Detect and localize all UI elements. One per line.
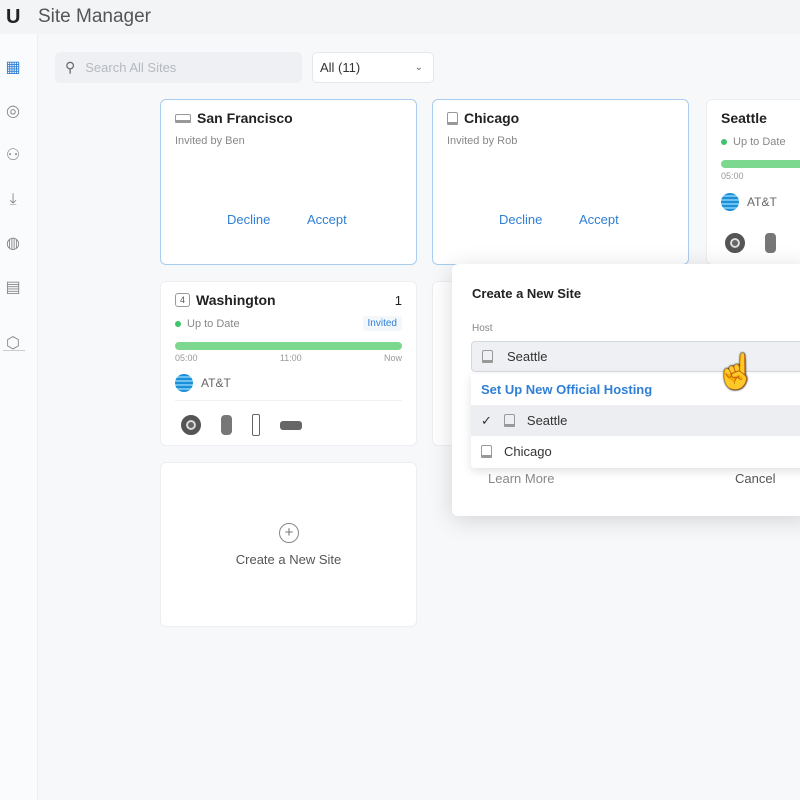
host-option-chicago[interactable]: Chicago: [471, 436, 800, 467]
create-site-card[interactable]: + Create a New Site: [160, 462, 417, 627]
att-logo-icon: [175, 374, 193, 392]
camera-icon: [765, 233, 776, 253]
server-icon: [481, 445, 492, 458]
site-card-seattle[interactable]: Seattle Up to Date 05:00 AT&T: [706, 99, 800, 265]
tick-start: 05:00: [175, 353, 198, 363]
doorbell-icon: [252, 414, 260, 436]
status-text: Up to Date: [733, 136, 786, 148]
users-icon[interactable]: ⚇: [3, 146, 23, 166]
chevron-down-icon: ⌄: [415, 62, 423, 73]
top-bar: U Site Manager: [0, 0, 800, 34]
search-icon: ⚲: [65, 59, 75, 76]
invited-by: Invited by Rob: [447, 135, 517, 147]
box-icon[interactable]: ⬡: [3, 334, 23, 354]
accept-button[interactable]: Accept: [307, 212, 347, 227]
divider: [175, 400, 402, 401]
search-input[interactable]: ⚲ Search All Sites: [55, 52, 302, 83]
router-icon: [175, 114, 191, 123]
accept-button[interactable]: Accept: [579, 212, 619, 227]
app-title: Site Manager: [38, 6, 151, 28]
invited-by: Invited by Ben: [175, 135, 245, 147]
access-point-icon: [181, 415, 201, 435]
decline-button[interactable]: Decline: [499, 212, 542, 227]
device-count-badge: 4: [175, 293, 190, 307]
isp-name: AT&T: [201, 376, 231, 390]
option-label: Chicago: [504, 444, 552, 459]
status-dot: [175, 321, 181, 327]
tick-now: Now: [384, 353, 402, 363]
isp-name: AT&T: [747, 195, 777, 209]
invite-card-san-francisco[interactable]: San Francisco Invited by Ben Decline Acc…: [160, 99, 417, 265]
status-dot: [721, 139, 727, 145]
tick-mid: 11:00: [280, 353, 302, 363]
status-text: Up to Date: [187, 318, 240, 330]
network-icon[interactable]: ◎: [3, 102, 23, 122]
grid-icon[interactable]: ▦: [3, 58, 23, 78]
learn-more-link[interactable]: Learn More: [488, 471, 554, 486]
camera-icon: [221, 415, 232, 435]
host-option-seattle[interactable]: ✓ Seattle: [471, 405, 800, 436]
access-point-icon: [725, 233, 745, 253]
uptime-bar: [175, 342, 402, 350]
dialog-title: Create a New Site: [472, 286, 581, 301]
tick-start: 05:00: [721, 171, 744, 181]
ubiquiti-logo-icon[interactable]: U: [6, 6, 32, 29]
cancel-button[interactable]: Cancel: [735, 471, 775, 486]
sidebar: ▦ ◎ ⚇ ⤓ ◍ ▤ ⬡: [0, 34, 38, 800]
switch-icon: [280, 421, 302, 430]
site-name: Chicago: [464, 110, 519, 126]
server-icon: [447, 112, 458, 125]
server-icon: [482, 350, 493, 363]
host-value: Seattle: [507, 349, 547, 364]
alert-count: 1: [395, 293, 402, 308]
site-card-washington[interactable]: 4 Washington 1 Up to Date Invited 05:00 11…: [160, 281, 417, 446]
globe-icon[interactable]: ◍: [3, 234, 23, 254]
create-site-label: Create a New Site: [161, 552, 416, 567]
site-name: San Francisco: [197, 110, 293, 126]
clipboard-icon[interactable]: ▤: [3, 278, 23, 298]
site-name: Washington: [196, 292, 276, 308]
filter-value: All (11): [320, 60, 360, 75]
option-label: Seattle: [527, 413, 567, 428]
invite-card-chicago[interactable]: Chicago Invited by Rob Decline Accept: [432, 99, 689, 265]
uptime-bar: [721, 160, 800, 168]
plus-circle-icon: +: [279, 523, 299, 543]
site-name: Seattle: [721, 110, 767, 126]
check-icon: ✓: [481, 413, 492, 429]
att-logo-icon: [721, 193, 739, 211]
server-icon: [504, 414, 515, 427]
filter-dropdown[interactable]: All (11) ⌄: [312, 52, 434, 83]
decline-button[interactable]: Decline: [227, 212, 270, 227]
host-label: Host: [472, 323, 493, 334]
invited-badge: Invited: [363, 316, 402, 331]
search-placeholder: Search All Sites: [85, 60, 176, 75]
download-icon[interactable]: ⤓: [3, 190, 23, 210]
hand-cursor-icon: ☝: [715, 352, 757, 392]
